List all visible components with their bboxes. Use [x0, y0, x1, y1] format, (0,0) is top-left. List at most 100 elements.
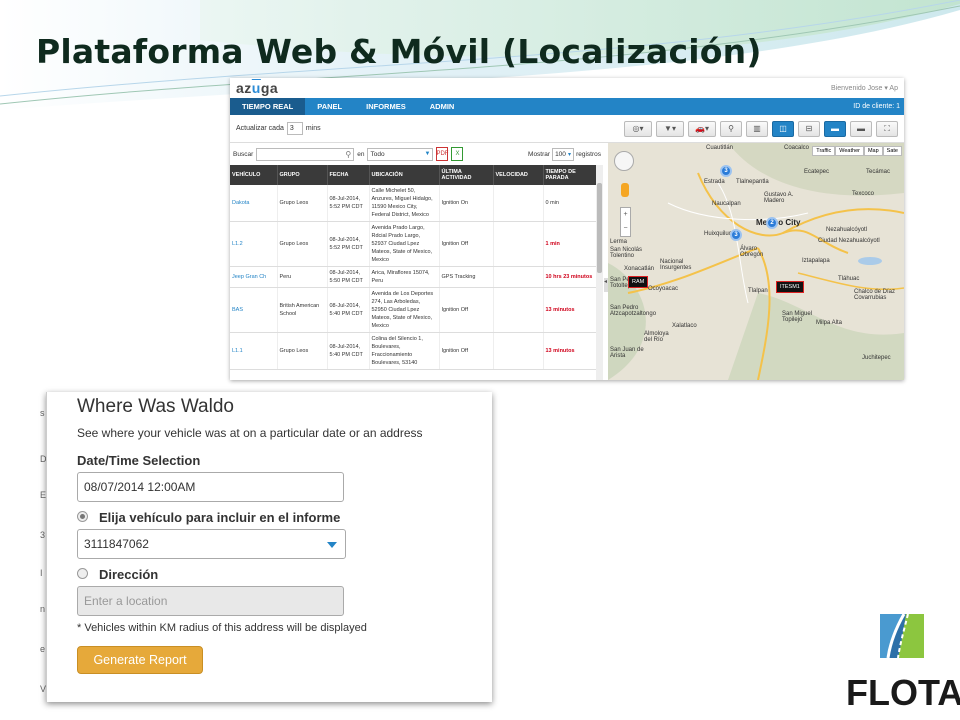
table-row[interactable]: Dakota Grupo Leos 08-Jul-2014, 5:52 PM CDT…	[230, 185, 597, 222]
fence-icon[interactable]: ▥	[746, 120, 768, 137]
list-only-icon[interactable]: ▬	[850, 120, 872, 137]
vehicle-icon[interactable]: 🚗▾	[688, 120, 716, 137]
split-view-icon[interactable]: ◫	[772, 120, 794, 137]
generate-report-button[interactable]: Generate Report	[77, 646, 203, 674]
search-icon: ⚲	[345, 149, 352, 159]
refresh-interval-input[interactable]: 3	[286, 122, 303, 135]
page-size: Mostrar 100 ▾ registros	[528, 147, 601, 161]
scrollbar-thumb[interactable]	[597, 183, 602, 273]
cell-stop: 1 min	[543, 221, 597, 267]
flota-logo-icon	[880, 613, 924, 659]
vehicle-marker-itesm1[interactable]: ITESM1	[776, 281, 804, 293]
vehicle-table: VEHÍCULO GRUPO FECHA UBICACIÓN ÚLTIMA ACTIVI…	[230, 165, 597, 370]
welcome-menu[interactable]: Bienvenido Jose ▾ Ap	[831, 84, 898, 92]
map-label: Milpa Alta	[816, 320, 843, 326]
vehicle-cluster-marker[interactable]: 3	[720, 165, 732, 177]
table-row[interactable]: Jeep Gran Ch Peru 08-Jul-2014, 5:50 PM CDT…	[230, 266, 597, 288]
table-header-row: VEHÍCULO GRUPO FECHA UBICACIÓN ÚLTIMA ACTIVI…	[230, 165, 597, 185]
vehicle-select[interactable]: 3111847062	[77, 529, 346, 559]
cell-speed	[493, 332, 544, 370]
text-fragment: n	[40, 604, 46, 614]
fullscreen-icon[interactable]: ⛶	[876, 120, 898, 137]
cell-activity: GPS Tracking	[439, 266, 494, 288]
table-row[interactable]: BAS British American School 08-Jul-2014, 5…	[230, 287, 597, 333]
cell-location: Avenida Prado Largo, Rdcial Prado Largo,…	[369, 221, 440, 267]
vehicle-cluster-marker[interactable]: 3	[730, 229, 742, 241]
tab-tiempo-real[interactable]: TIEMPO REAL	[230, 98, 306, 115]
vehicle-radio[interactable]	[77, 511, 88, 522]
tab-panel[interactable]: PANEL	[305, 98, 354, 115]
map-label: Estrada	[704, 179, 725, 185]
map-label: Chalco de Díaz Covarrubias	[854, 289, 896, 301]
column-header[interactable]: ÚLTIMA ACTIVIDAD	[439, 165, 494, 185]
map-label: Tlalnepantla	[736, 179, 769, 185]
map-label: Lerma	[610, 239, 628, 245]
map-type-map[interactable]: Map	[863, 146, 883, 156]
page-size-value: 100	[555, 150, 566, 158]
cell-group: Grupo Leos	[277, 221, 328, 267]
address-radio[interactable]	[77, 568, 88, 579]
search-scope-label: en	[357, 150, 365, 158]
column-header[interactable]: VEHÍCULO	[230, 165, 278, 185]
pdf-export-icon[interactable]: PDF	[436, 147, 449, 161]
map-type-satellite[interactable]: Sate	[882, 146, 902, 156]
filter-icon[interactable]: ▼▾	[656, 120, 684, 137]
pin-icon[interactable]: ⚲	[720, 120, 742, 137]
refresh-label: Actualizar cada	[236, 125, 284, 132]
pan-control[interactable]	[614, 151, 634, 171]
fleet-tracking-app: azuga Bienvenido Jose ▾ Ap TIEMPO REAL P…	[230, 78, 904, 380]
excel-export-icon[interactable]: X	[451, 147, 464, 161]
cell-date: 08-Jul-2014, 5:40 PM CDT	[327, 287, 370, 333]
app-header: azuga Bienvenido Jose ▾ Ap	[230, 78, 904, 98]
search-input[interactable]: ⚲	[256, 147, 355, 161]
cell-vehicle[interactable]: Jeep Gran Ch	[230, 266, 278, 288]
table-row[interactable]: L1.1 Grupo Leos 08-Jul-2014, 5:40 PM CDT Co…	[230, 332, 597, 370]
records-label: registros	[576, 150, 601, 158]
cell-vehicle[interactable]: L1.2	[230, 221, 278, 267]
cell-stop: 10 hrs 23 minutos	[543, 266, 597, 288]
azuga-logo: azuga	[236, 80, 279, 96]
column-header[interactable]: GRUPO	[277, 165, 328, 185]
map-label: Texcoco	[852, 191, 875, 197]
tab-admin[interactable]: ADMIN	[418, 98, 467, 115]
datetime-input[interactable]: 08/07/2014 12:00AM	[77, 472, 344, 502]
cell-group: Grupo Leos	[277, 185, 328, 222]
map-label: San Nicolás Tolentino	[610, 247, 643, 259]
panel-title: Where Was Waldo	[77, 396, 234, 417]
map-type-traffic[interactable]: Traffic	[812, 146, 836, 156]
live-map[interactable]: + − Traffic Weather Map Sate Cuautitlán C…	[608, 143, 904, 380]
cell-vehicle[interactable]: BAS	[230, 287, 278, 333]
stacked-view-icon[interactable]: ⊟	[798, 120, 820, 137]
column-header[interactable]: TIEMPO DE PARADA	[543, 165, 597, 185]
tab-informes[interactable]: INFORMES	[354, 98, 418, 115]
address-input[interactable]: Enter a location	[77, 586, 344, 616]
where-was-waldo-panel: Where Was Waldo See where your vehicle w…	[46, 392, 492, 702]
table-row[interactable]: L1.2 Grupo Leos 08-Jul-2014, 5:52 PM CDT Av…	[230, 221, 597, 267]
cell-speed	[493, 221, 544, 267]
column-header[interactable]: FECHA	[327, 165, 370, 185]
cell-group: Peru	[277, 266, 328, 288]
panel-subtitle: See where your vehicle was at on a parti…	[77, 426, 423, 440]
map-label: Tecámac	[866, 169, 891, 175]
map-label: Naucalpan	[712, 201, 741, 207]
cell-vehicle[interactable]: Dakota	[230, 185, 278, 222]
cell-vehicle[interactable]: L1.1	[230, 332, 278, 370]
vehicle-list-panel: Buscar ⚲ en Todo ▼ PDF X Mostrar 100 ▾ reg…	[230, 143, 604, 380]
map-type-weather[interactable]: Weather	[835, 146, 864, 156]
search-scope-select[interactable]: Todo ▼	[367, 147, 434, 161]
vehicle-cluster-marker[interactable]: 2	[766, 217, 778, 229]
column-header[interactable]: UBICACIÓN	[369, 165, 440, 185]
vehicle-marker-ram[interactable]: RAM	[628, 276, 649, 288]
column-header[interactable]: VELOCIDAD	[493, 165, 544, 185]
street-view-icon[interactable]	[621, 183, 629, 197]
table-scrollbar[interactable]	[596, 165, 603, 380]
cell-activity: Ignition Off	[439, 221, 494, 267]
refresh-toolbar: Actualizar cada 3 mins ◎▾ ▼▾ 🚗▾ ⚲ ▥ ◫ ⊟ …	[230, 115, 904, 143]
datetime-section-label: Date/Time Selection	[77, 453, 201, 468]
locate-icon[interactable]: ◎▾	[624, 120, 652, 137]
zoom-control[interactable]: + −	[620, 207, 631, 237]
page-size-select[interactable]: 100 ▾	[552, 147, 575, 161]
map-label: Juchitepec	[862, 355, 891, 361]
map-only-icon[interactable]: ▬	[824, 120, 846, 137]
cell-stop: 13 minutos	[543, 287, 597, 333]
